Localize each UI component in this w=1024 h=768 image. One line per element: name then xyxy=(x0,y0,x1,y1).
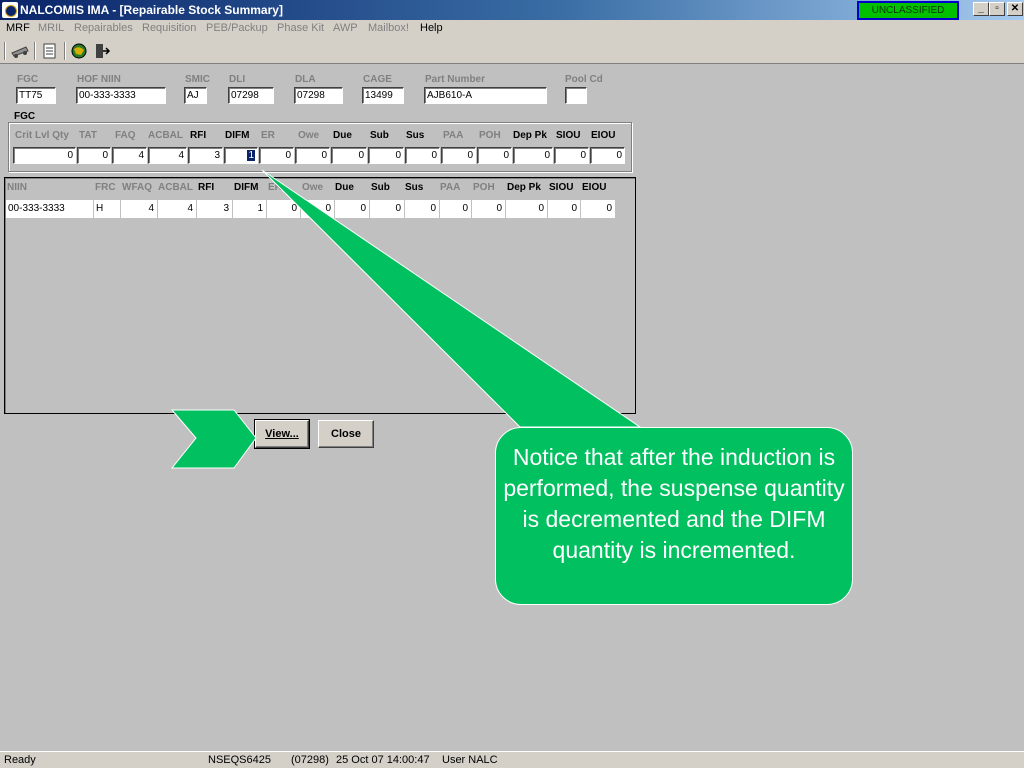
status-dli: (07298) xyxy=(291,754,329,766)
status-state: Ready xyxy=(4,754,36,766)
tutorial-overlay xyxy=(170,169,642,469)
callout-text: Notice that after the induction is perfo… xyxy=(503,444,845,563)
callout-pointer xyxy=(261,169,642,428)
status-datetime: 25 Oct 07 14:00:47 xyxy=(336,754,430,766)
status-server: NSEQS6425 xyxy=(208,754,271,766)
tutorial-callout: Notice that after the induction is perfo… xyxy=(495,427,853,605)
status-bar: Ready NSEQS6425 (07298) 25 Oct 07 14:00:… xyxy=(0,751,1024,768)
status-user: User NALC xyxy=(442,754,498,766)
arrow-chevron-icon xyxy=(170,409,257,469)
